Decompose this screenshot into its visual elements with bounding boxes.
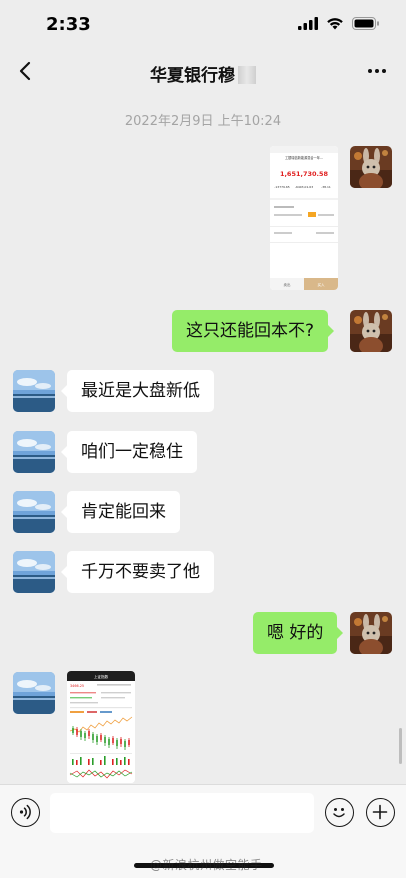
message-input[interactable] bbox=[50, 793, 314, 833]
image-message-fund-screenshot[interactable]: 工银瑞信新能源混合一年... 1,651,730.58 -13779.65 -6… bbox=[270, 146, 338, 290]
fund-stat-2: -6403,01.63 bbox=[295, 185, 313, 189]
more-functions-button[interactable] bbox=[366, 798, 395, 827]
watermark: @新浪杭州做空能手 bbox=[150, 858, 263, 872]
smiley-icon bbox=[333, 808, 345, 818]
avatar-contact[interactable] bbox=[13, 431, 55, 473]
avatar-self[interactable] bbox=[350, 146, 392, 188]
avatar-contact[interactable] bbox=[13, 370, 55, 412]
avatar-self[interactable] bbox=[350, 612, 392, 654]
voice-icon bbox=[19, 804, 31, 820]
fund-amount: 1,651,730.58 bbox=[280, 170, 329, 178]
status-icons bbox=[298, 17, 380, 30]
message-timestamp: 2022年2月9日 上午10:24 bbox=[124, 114, 282, 129]
stock-price: 3466.25 bbox=[70, 684, 84, 688]
avatar-contact[interactable] bbox=[13, 672, 55, 714]
voice-button[interactable] bbox=[11, 798, 40, 827]
fund-buy-label: 买入 bbox=[318, 282, 326, 287]
message-bubble-self[interactable]: 这只还能回本不? bbox=[172, 310, 335, 352]
more-button[interactable] bbox=[364, 60, 390, 82]
emoji-button[interactable] bbox=[325, 798, 354, 827]
battery-icon bbox=[352, 17, 379, 30]
fund-stat-1: -13779.65 bbox=[274, 185, 289, 189]
avatar-contact[interactable] bbox=[13, 551, 55, 593]
image-message-stock-chart[interactable]: 上证指数 3466.25 bbox=[67, 671, 135, 783]
avatar-self[interactable] bbox=[350, 310, 392, 352]
message-bubble-contact[interactable]: 肯定能回来 bbox=[61, 491, 180, 533]
stock-header: 上证指数 bbox=[94, 674, 109, 679]
chat-title: 华夏银行穆 bbox=[0, 61, 406, 86]
fund-stat-3: -38.11 bbox=[321, 185, 331, 189]
message-bubble-contact[interactable]: 最近是大盘新低 bbox=[61, 370, 214, 412]
status-bar: 2:33 bbox=[0, 0, 406, 48]
nav-bar: 华夏银行穆 bbox=[0, 48, 406, 96]
title-blur bbox=[238, 66, 256, 84]
wifi-icon bbox=[327, 18, 343, 30]
avatar-contact[interactable] bbox=[13, 491, 55, 533]
chat-title-text: 华夏银行穆 bbox=[150, 66, 235, 86]
fund-sell-label: 卖出 bbox=[284, 282, 292, 287]
message-bubble-self[interactable]: 嗯 好的 bbox=[253, 612, 344, 654]
message-bubble-contact[interactable]: 千万不要卖了他 bbox=[61, 551, 214, 593]
fund-header: 工银瑞信新能源混合一年... bbox=[285, 155, 323, 160]
signal-icon bbox=[298, 17, 318, 30]
message-bubble-contact[interactable]: 咱们一定稳住 bbox=[61, 431, 197, 473]
status-time: 2:33 bbox=[46, 14, 91, 35]
plus-icon bbox=[372, 804, 388, 820]
scroll-indicator[interactable] bbox=[399, 728, 402, 764]
